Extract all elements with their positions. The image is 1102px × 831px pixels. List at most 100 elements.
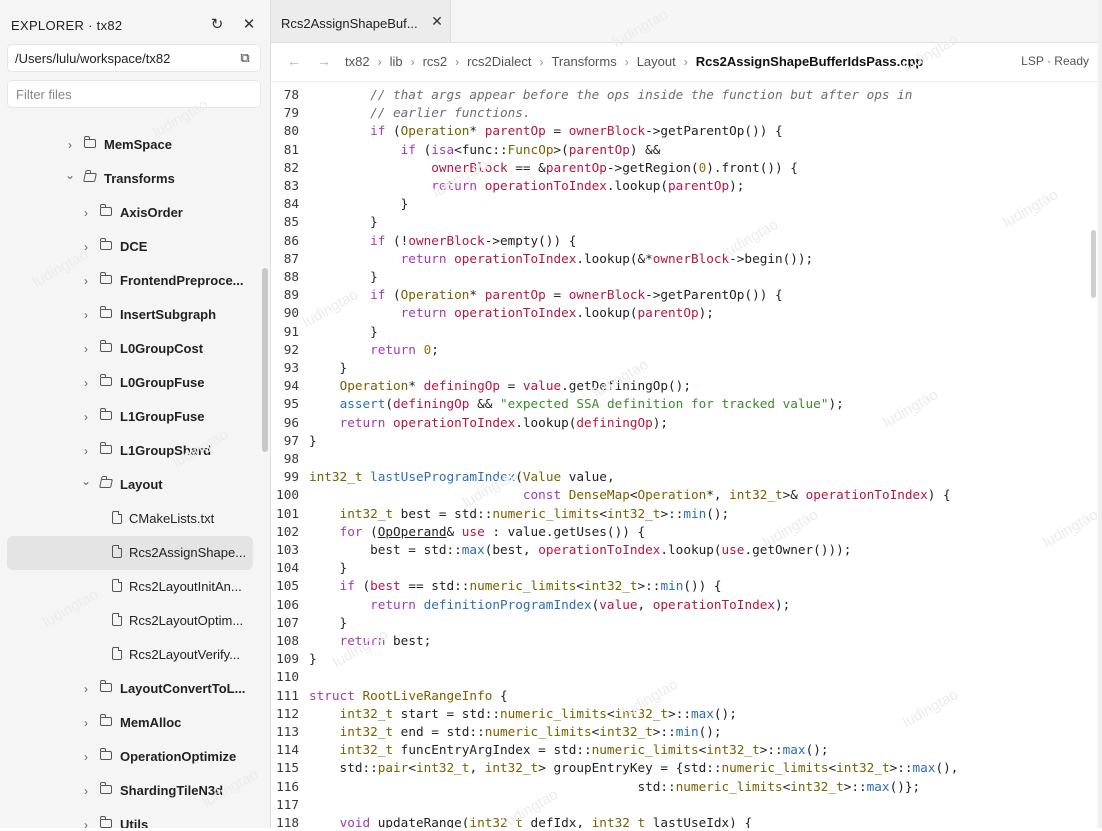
close-icon[interactable]: ✕ [239, 14, 259, 36]
tree-folder-layoutconverttol[interactable]: › LayoutConvertToL... [7, 672, 253, 706]
tree-folder-dce[interactable]: › DCE [7, 230, 253, 264]
tree-folder-l0groupfuse[interactable]: › L0GroupFuse [7, 366, 253, 400]
code-line[interactable]: 112 int32_t start = std::numeric_limits<… [271, 705, 1102, 723]
tree-file-rcs2assignshape[interactable]: Rcs2AssignShape... [7, 536, 253, 570]
chevron-right-icon[interactable]: › [81, 274, 91, 288]
code-line[interactable]: 90 return operationToIndex.lookup(parent… [271, 304, 1102, 322]
code-text: for (OpOperand& use : value.getUses()) { [339, 523, 646, 539]
chevron-right-icon[interactable]: › [81, 818, 91, 828]
code-line[interactable]: 100 const DenseMap<Operation*, int32_t>&… [271, 486, 1102, 504]
code-line[interactable]: 87 return operationToIndex.lookup(&*owne… [271, 250, 1102, 268]
code-line[interactable]: 118 void updateRange(int32_t defIdx, int… [271, 814, 1102, 828]
tree-folder-frontendpreproce[interactable]: › FrontendPreproce... [7, 264, 253, 298]
tree-folder-layout[interactable]: ⌄ Layout [7, 468, 253, 502]
code-line[interactable]: 109} [271, 650, 1102, 668]
code-line[interactable]: 88 } [271, 268, 1102, 286]
code-view[interactable]: 78 // that args appear before the ops in… [271, 82, 1102, 828]
code-line[interactable]: 98 [271, 450, 1102, 468]
arrow-left-icon[interactable]: ← [287, 53, 301, 69]
code-line[interactable]: 89 if (Operation* parentOp = ownerBlock-… [271, 286, 1102, 304]
chevron-right-icon[interactable]: › [81, 410, 91, 424]
code-line[interactable]: 83 return operationToIndex.lookup(parent… [271, 177, 1102, 195]
code-line[interactable]: 115 std::pair<int32_t, int32_t> groupEnt… [271, 759, 1102, 777]
sidebar-scrollbar[interactable] [262, 268, 268, 452]
tree-file-cmakelists-txt[interactable]: CMakeLists.txt [7, 502, 253, 536]
code-line[interactable]: 113 int32_t end = std::numeric_limits<in… [271, 723, 1102, 741]
chevron-down-icon[interactable]: ⌄ [65, 168, 75, 182]
breadcrumb-item[interactable]: lib [390, 54, 403, 69]
chevron-down-icon[interactable]: ⌄ [81, 474, 91, 488]
chevron-right-icon[interactable]: › [81, 750, 91, 764]
code-line[interactable]: 101 int32_t best = std::numeric_limits<i… [271, 505, 1102, 523]
code-line[interactable]: 79 // earlier functions. [271, 104, 1102, 122]
arrow-right-icon[interactable]: → [317, 53, 331, 69]
breadcrumb-item[interactable]: Layout [637, 54, 676, 69]
code-line[interactable]: 85 } [271, 213, 1102, 231]
tree-folder-insertsubgraph[interactable]: › InsertSubgraph [7, 298, 253, 332]
line-number: 114 [276, 742, 299, 758]
code-line[interactable]: 82 ownerBlock == &parentOp->getRegion(0)… [271, 159, 1102, 177]
code-line[interactable]: 81 if (isa<func::FuncOp>(parentOp) && [271, 141, 1102, 159]
chevron-right-icon[interactable]: › [81, 784, 91, 798]
close-icon[interactable]: ✕ [429, 13, 445, 29]
breadcrumb-item[interactable]: tx82 [345, 54, 370, 69]
code-line[interactable]: 99 int32_t lastUseProgramIndex(Value valu… [271, 468, 1102, 486]
code-line[interactable]: 106 return definitionProgramIndex(value,… [271, 596, 1102, 614]
chevron-right-icon[interactable]: › [65, 138, 75, 152]
code-line[interactable]: 104 } [271, 559, 1102, 577]
tree-file-rcs2layoutverify[interactable]: Rcs2LayoutVerify... [7, 638, 253, 672]
code-line[interactable]: 108 return best; [271, 632, 1102, 650]
code-line[interactable]: 94 Operation* definingOp = value.getDefi… [271, 377, 1102, 395]
tab-rcs2-assign-shape-buffer[interactable]: Rcs2AssignShapeBuf... ✕ [271, 0, 451, 42]
tree-folder-l1groupshard[interactable]: › L1GroupShard [7, 434, 253, 468]
refresh-icon[interactable]: ↻ [207, 14, 227, 36]
tree-folder-operationoptimize[interactable]: › OperationOptimize [7, 740, 253, 774]
editor-scrollbar[interactable] [1091, 230, 1096, 298]
code-line[interactable]: 78 // that args appear before the ops in… [271, 86, 1102, 104]
code-line[interactable]: 92 return 0; [271, 341, 1102, 359]
code-line[interactable]: 114 int32_t funcEntryArgIndex = std::num… [271, 741, 1102, 759]
tree-file-rcs2layoutoptim[interactable]: Rcs2LayoutOptim... [7, 604, 253, 638]
chevron-right-icon[interactable]: › [81, 308, 91, 322]
tree-folder-memalloc[interactable]: › MemAlloc [7, 706, 253, 740]
code-line[interactable]: 91 } [271, 323, 1102, 341]
code-line[interactable]: 107 } [271, 614, 1102, 632]
chevron-right-icon[interactable]: › [81, 206, 91, 220]
tree-item-label: L1GroupFuse [120, 409, 205, 424]
code-line[interactable]: 97} [271, 432, 1102, 450]
tree-folder-transforms[interactable]: ⌄ Transforms [7, 162, 253, 196]
code-line[interactable]: 84 } [271, 195, 1102, 213]
filter-files-input[interactable] [8, 81, 260, 107]
tree-folder-axisorder[interactable]: › AxisOrder [7, 196, 253, 230]
chevron-right-icon[interactable]: › [81, 240, 91, 254]
tree-folder-l0groupcost[interactable]: › L0GroupCost [7, 332, 253, 366]
tree-folder-shardingtilen3d[interactable]: › ShardingTileN3d [7, 774, 253, 808]
chevron-right-icon[interactable]: › [81, 716, 91, 730]
tree-folder-memspace[interactable]: › MemSpace [7, 128, 253, 162]
code-line[interactable]: 117 [271, 796, 1102, 814]
code-line[interactable]: 105 if (best == std::numeric_limits<int3… [271, 577, 1102, 595]
code-line[interactable]: 93 } [271, 359, 1102, 377]
tree-folder-utils[interactable]: › Utils [7, 808, 253, 828]
breadcrumb-item[interactable]: Transforms [551, 54, 616, 69]
code-line[interactable]: 102 for (OpOperand& use : value.getUses(… [271, 523, 1102, 541]
tree-file-rcs2layoutinitan[interactable]: Rcs2LayoutInitAn... [7, 570, 253, 604]
breadcrumb-item[interactable]: Rcs2AssignShapeBufferIdsPass.cpp [696, 54, 924, 69]
code-line[interactable]: 95 assert(definingOp && "expected SSA de… [271, 395, 1102, 413]
code-line[interactable]: 103 best = std::max(best, operationToInd… [271, 541, 1102, 559]
chevron-right-icon[interactable]: › [81, 682, 91, 696]
code-line[interactable]: 111 struct RootLiveRangeInfo { [271, 687, 1102, 705]
code-line[interactable]: 80 if (Operation* parentOp = ownerBlock-… [271, 122, 1102, 140]
copy-icon[interactable]: ⧉ [236, 49, 254, 67]
chevron-right-icon[interactable]: › [81, 342, 91, 356]
chevron-right-icon[interactable]: › [81, 376, 91, 390]
code-line[interactable]: 86 if (!ownerBlock->empty()) { [271, 232, 1102, 250]
breadcrumb-item[interactable]: rcs2 [423, 54, 448, 69]
tree-folder-l1groupfuse[interactable]: › L1GroupFuse [7, 400, 253, 434]
code-line[interactable]: 116 std::numeric_limits<int32_t>::max()}… [271, 778, 1102, 796]
breadcrumb-item[interactable]: rcs2Dialect [467, 54, 531, 69]
code-line[interactable]: 96 return operationToIndex.lookup(defini… [271, 414, 1102, 432]
chevron-right-icon[interactable]: › [81, 444, 91, 458]
code-line[interactable]: 110 [271, 668, 1102, 686]
line-number: 106 [276, 596, 299, 612]
